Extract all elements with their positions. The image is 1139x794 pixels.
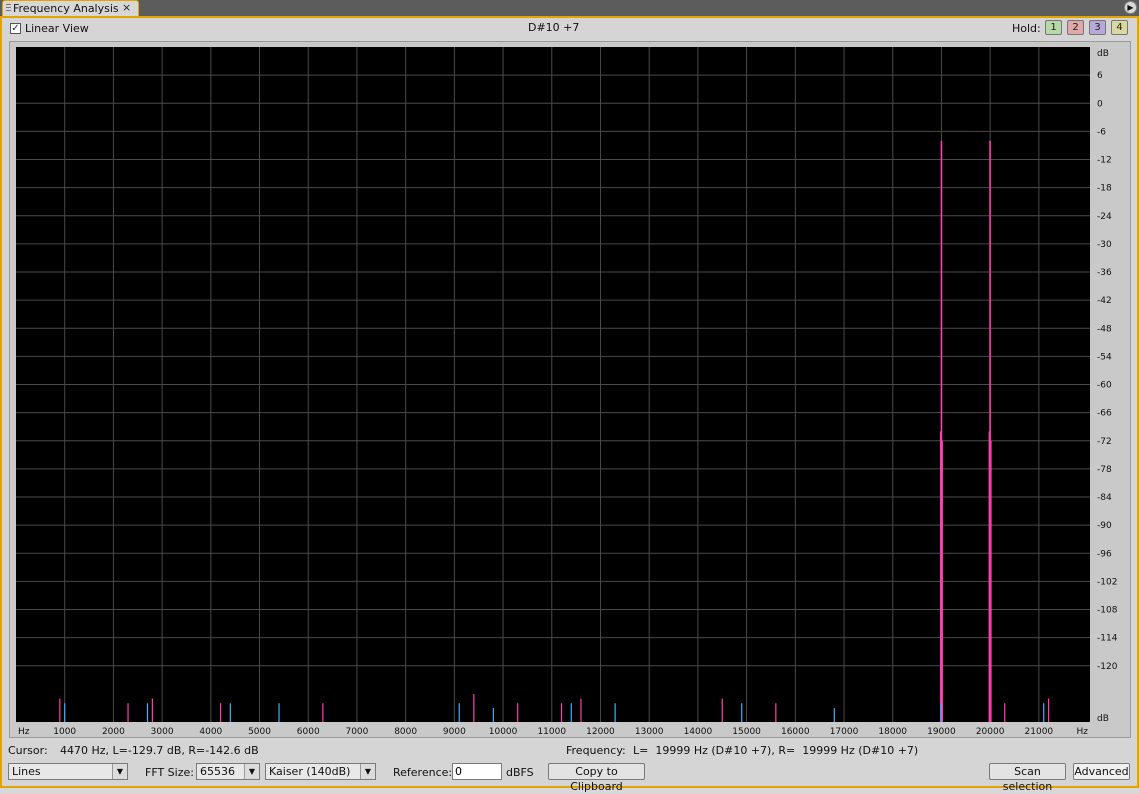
window-function-select[interactable]: Kaiser (140dB) ▼ — [265, 763, 376, 780]
y-tick-label: 0 — [1097, 99, 1103, 109]
note-display: D#10 +7 — [528, 21, 580, 34]
x-tick-label: 10000 — [489, 727, 518, 737]
reference-label: Reference: — [393, 766, 453, 779]
y-tick-label: -54 — [1097, 352, 1112, 362]
y-tick-label: -84 — [1097, 493, 1112, 503]
linear-view-label[interactable]: Linear View — [25, 22, 89, 35]
toolbar: ✓ Linear View D#10 +7 Hold: 1234 — [8, 20, 1131, 38]
y-tick-label: -114 — [1097, 634, 1118, 644]
x-tick-label: 8000 — [394, 727, 417, 737]
y-tick-label: -90 — [1097, 521, 1112, 531]
y-tick-label: -12 — [1097, 156, 1112, 166]
chevron-down-icon[interactable]: ▼ — [244, 764, 259, 779]
x-tick-label: 17000 — [830, 727, 859, 737]
reference-unit: dBFS — [506, 766, 534, 779]
y-tick-label: -120 — [1097, 662, 1118, 672]
frequency-analysis-tab[interactable]: Frequency Analysis × — [2, 0, 139, 16]
y-tick-label: 6 — [1097, 71, 1103, 81]
y-unit-top: dB — [1097, 49, 1109, 59]
tab-close-icon[interactable]: × — [122, 1, 131, 14]
y-tick-label: -72 — [1097, 437, 1112, 447]
hold-button-4[interactable]: 4 — [1111, 20, 1128, 35]
y-unit-bottom: dB — [1097, 714, 1109, 724]
hold-button-1[interactable]: 1 — [1045, 20, 1062, 35]
linear-view-checkbox[interactable]: ✓ — [10, 23, 21, 34]
y-tick-label: -18 — [1097, 184, 1112, 194]
reference-field[interactable] — [452, 763, 502, 780]
fft-size-select[interactable]: 65536 ▼ — [196, 763, 260, 780]
y-tick-label: -96 — [1097, 549, 1112, 559]
x-tick-label: 11000 — [537, 727, 566, 737]
x-tick-label: 3000 — [151, 727, 174, 737]
plot-style-select[interactable]: Lines ▼ — [8, 763, 128, 780]
y-tick-label: -48 — [1097, 324, 1112, 334]
x-tick-label: 6000 — [297, 727, 320, 737]
cursor-readout: 4470 Hz, L=-129.7 dB, R=-142.6 dB — [60, 744, 259, 757]
x-tick-label: 14000 — [684, 727, 713, 737]
spectrum-graph[interactable]: 1000 2000 3000 4000 5000 6000 7000 8000 9000 1000… — [9, 41, 1131, 738]
y-tick-label: -36 — [1097, 268, 1112, 278]
frequency-readout: L= 19999 Hz (D#10 +7), R= 19999 Hz (D#10… — [633, 744, 919, 757]
plot-style-value: Lines — [12, 765, 41, 778]
tab-title: Frequency Analysis — [13, 2, 119, 15]
x-tick-label: 1000 — [53, 727, 76, 737]
scan-selection-button[interactable]: Scan selection — [989, 763, 1066, 793]
x-tick-label: 20000 — [976, 727, 1005, 737]
x-unit-right: Hz — [1077, 727, 1089, 737]
fft-size-label: FFT Size: — [145, 766, 194, 779]
y-tick-label: -66 — [1097, 409, 1112, 419]
y-tick-label: -60 — [1097, 381, 1112, 391]
x-tick-label: 19000 — [927, 727, 956, 737]
y-tick-label: -30 — [1097, 240, 1112, 250]
cursor-label: Cursor: — [8, 744, 48, 757]
x-unit-left: Hz — [18, 727, 30, 737]
y-tick-label: -108 — [1097, 606, 1118, 616]
window-function-value: Kaiser (140dB) — [269, 765, 351, 778]
chevron-down-icon[interactable]: ▼ — [112, 764, 127, 779]
hold-button-3[interactable]: 3 — [1089, 20, 1106, 35]
y-tick-label: -78 — [1097, 465, 1112, 475]
y-tick-label: -24 — [1097, 212, 1112, 222]
copy-to-clipboard-button[interactable]: Copy to Clipboard — [548, 763, 645, 793]
x-tick-label: 18000 — [878, 727, 907, 737]
x-tick-label: 9000 — [443, 727, 466, 737]
x-tick-label: 4000 — [199, 727, 222, 737]
y-tick-label: -102 — [1097, 577, 1117, 587]
y-tick-label: -6 — [1097, 127, 1106, 137]
x-tick-label: 13000 — [635, 727, 664, 737]
fft-size-value: 65536 — [200, 765, 235, 778]
hold-button-2[interactable]: 2 — [1067, 20, 1084, 35]
reference-input[interactable] — [455, 765, 499, 778]
hold-label: Hold: — [1012, 22, 1041, 35]
x-tick-label: 7000 — [345, 727, 368, 737]
x-tick-label: 5000 — [248, 727, 271, 737]
tab-grip-icon[interactable] — [6, 4, 11, 13]
panel-menu-icon[interactable]: ▶ — [1124, 1, 1137, 14]
x-tick-label: 2000 — [102, 727, 125, 737]
x-tick-label: 16000 — [781, 727, 810, 737]
x-tick-label: 12000 — [586, 727, 615, 737]
x-tick-label: 15000 — [732, 727, 761, 737]
y-tick-label: -42 — [1097, 296, 1112, 306]
panel-tab-strip: Frequency Analysis × ▶ — [0, 0, 1139, 16]
x-tick-label: 21000 — [1025, 727, 1054, 737]
frequency-label: Frequency: — [566, 744, 626, 757]
chevron-down-icon[interactable]: ▼ — [360, 764, 375, 779]
spectrum-plot[interactable]: 1000 2000 3000 4000 5000 6000 7000 8000 9000 1000… — [10, 42, 1130, 737]
advanced-button[interactable]: Advanced — [1073, 763, 1130, 780]
